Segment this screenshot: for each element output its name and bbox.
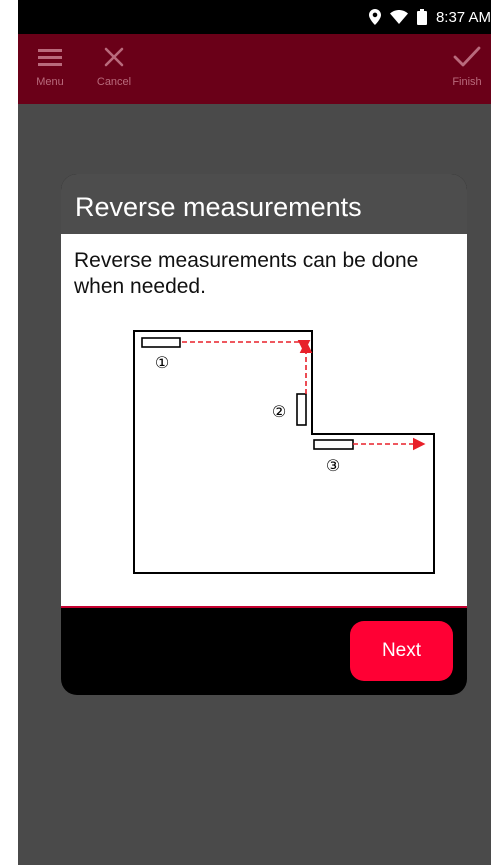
battery-icon <box>416 9 427 25</box>
device-2 <box>296 393 307 426</box>
device-3 <box>313 439 354 450</box>
menu-label: Menu <box>36 76 64 88</box>
location-icon <box>368 9 381 25</box>
hamburger-menu-icon <box>38 48 62 71</box>
cancel-button[interactable]: Cancel <box>84 34 144 104</box>
checkmark-icon <box>453 46 481 73</box>
wifi-icon <box>389 10 408 24</box>
next-button[interactable]: Next <box>350 621 453 681</box>
arrow-1 <box>182 339 311 353</box>
dialog-title: Reverse measurements <box>75 192 362 222</box>
finish-label: Finish <box>452 76 482 88</box>
app-screen: 8:37 AM Menu Cancel Finish Reverse measu… <box>18 0 491 865</box>
close-icon <box>104 47 124 72</box>
device-1 <box>141 337 181 348</box>
step-label-3: ③ <box>326 456 340 475</box>
cancel-label: Cancel <box>96 76 132 88</box>
room-outline <box>133 330 435 574</box>
floor-plan-diagram: ① ② ③ <box>133 330 435 574</box>
menu-button[interactable]: Menu <box>20 34 80 104</box>
tutorial-dialog: Reverse measurements Reverse measurement… <box>61 174 467 695</box>
status-bar: 8:37 AM <box>18 0 491 34</box>
step-label-2: ② <box>272 402 286 421</box>
step-label-1: ① <box>155 353 169 372</box>
dialog-header: Reverse measurements <box>61 174 467 234</box>
status-time: 8:37 AM <box>435 8 491 26</box>
top-toolbar: Menu Cancel Finish <box>18 34 491 104</box>
finish-button[interactable]: Finish <box>437 34 491 104</box>
dialog-body: Reverse measurements can be done when ne… <box>61 234 467 608</box>
